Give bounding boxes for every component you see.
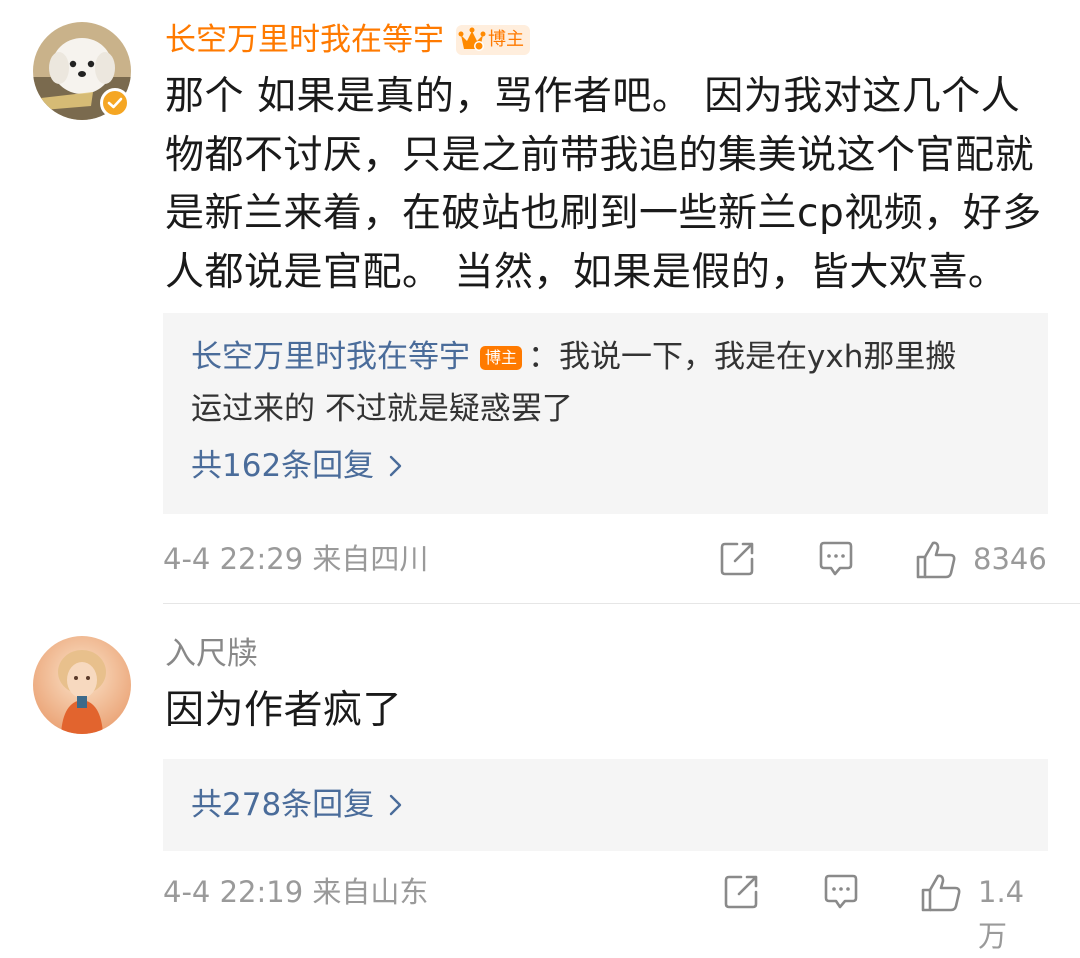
username[interactable]: 长空万里时我在等宇 [165, 20, 444, 60]
comment-item: 长空万里时我在等宇 博主 那个 如果是真的，骂作者吧。 因为我对这几个人物都不讨… [0, 0, 1080, 604]
reply-count-label: 共162条回复 [191, 448, 375, 484]
chevron-right-icon [389, 455, 402, 477]
blogger-tag-label: 博主 [488, 29, 524, 50]
avatar[interactable] [33, 636, 131, 734]
comment-icon[interactable] [816, 539, 856, 579]
comment-body: 因为作者疯了 [165, 688, 403, 733]
reply-preview[interactable]: 长空万里时我在等宇 博主 ：我说一下，我是在yxh那里搬 运过来的 不过就是疑惑罢了… [163, 313, 1048, 514]
thumbs-up-icon[interactable] [919, 872, 963, 914]
comment-footer: 4-4 22:19 来自山东 1.4万 [163, 870, 1048, 953]
comment-header: 长空万里时我在等宇 博主 [165, 20, 530, 60]
share-icon[interactable] [717, 539, 757, 579]
share-icon[interactable] [721, 872, 761, 912]
reply-preview[interactable]: 共278条回复 [163, 759, 1048, 851]
reply-blogger-tag: 博主 [480, 346, 523, 370]
reply-line-1: 长空万里时我在等宇 博主 ：我说一下，我是在yxh那里搬 [191, 331, 1031, 383]
comment-footer: 4-4 22:29 来自四川 8346 [163, 537, 1048, 581]
username[interactable]: 入尺牍 [165, 634, 258, 674]
comment-header: 入尺牍 [165, 634, 258, 674]
timestamp-location: 4-4 22:29 来自四川 [163, 542, 429, 576]
reply-count-link[interactable]: 共162条回复 [191, 446, 404, 486]
reply-text: ：我说一下，我是在yxh那里搬 [528, 339, 957, 375]
like-count: 8346 [973, 542, 1047, 576]
comment-icon[interactable] [821, 872, 861, 912]
crown-icon [458, 27, 486, 51]
timestamp-location: 4-4 22:19 来自山东 [163, 875, 429, 909]
thumbs-up-icon[interactable] [914, 539, 958, 581]
chevron-right-icon [389, 794, 402, 816]
reply-count-label: 共278条回复 [191, 787, 375, 823]
comment-item: 入尺牍 因为作者疯了 共278条回复 4-4 22:19 来自山东 1.4万 [0, 604, 1080, 953]
reply-line-2: 运过来的 不过就是疑惑罢了 [191, 391, 573, 427]
like-count: 1.4万 [978, 875, 1025, 953]
reply-author[interactable]: 长空万里时我在等宇 [191, 339, 470, 375]
reply-count-link[interactable]: 共278条回复 [191, 785, 404, 825]
comment-body: 那个 如果是真的，骂作者吧。 因为我对这几个人物都不讨厌，只是之前带我追的集美说… [165, 74, 1042, 295]
blogger-tag: 博主 [456, 25, 530, 55]
verified-badge-icon [100, 88, 130, 118]
